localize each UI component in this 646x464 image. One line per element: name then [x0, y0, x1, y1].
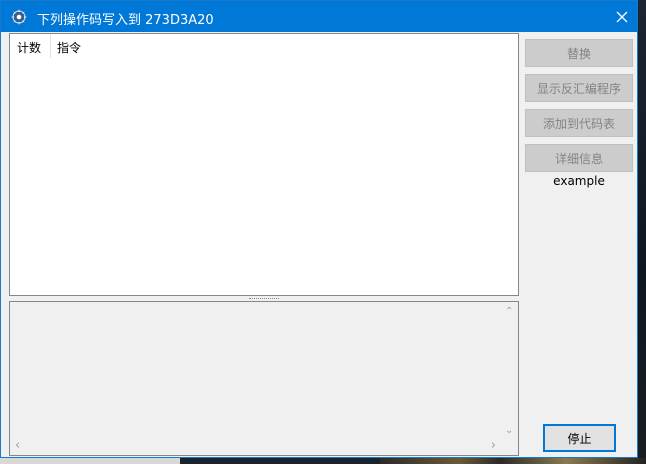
opcode-writer-dialog: 下列操作码写入到 273D3A20 计数 指令 ⌃ ⌄ ‹ › 替换 显示反汇编…: [0, 0, 638, 458]
desktop-wallpaper-edge: [638, 0, 646, 464]
horizontal-scrollbar[interactable]: ‹ ›: [10, 438, 501, 455]
detail-panel[interactable]: ⌃ ⌄ ‹ ›: [9, 301, 519, 456]
column-header-instruction[interactable]: 指令: [57, 39, 81, 56]
column-divider[interactable]: [50, 34, 51, 58]
stop-button[interactable]: 停止: [543, 424, 616, 452]
close-icon: [616, 11, 628, 22]
window-title: 下列操作码写入到 273D3A20: [37, 13, 214, 28]
add-to-codelist-button[interactable]: 添加到代码表: [525, 109, 633, 137]
scroll-right-icon[interactable]: ›: [491, 439, 496, 452]
column-header-count[interactable]: 计数: [17, 39, 41, 56]
more-info-button[interactable]: 详细信息: [525, 144, 633, 172]
show-disassembler-button[interactable]: 显示反汇编程序: [525, 74, 633, 102]
opcode-list[interactable]: 计数 指令: [9, 33, 519, 296]
vertical-scrollbar[interactable]: ⌃ ⌄: [501, 302, 518, 438]
desktop-wallpaper-bottom: [380, 458, 646, 464]
cheat-engine-icon: [11, 9, 27, 25]
scroll-down-icon[interactable]: ⌄: [505, 426, 513, 436]
title-bar[interactable]: 下列操作码写入到 273D3A20: [1, 1, 637, 32]
scroll-left-icon[interactable]: ‹: [15, 439, 20, 452]
example-label: example: [553, 174, 605, 188]
scroll-up-icon[interactable]: ⌃: [505, 307, 513, 317]
close-button[interactable]: [607, 1, 637, 32]
splitter-grip: [249, 298, 279, 300]
replace-button[interactable]: 替换: [525, 39, 633, 67]
list-header: 计数 指令: [10, 34, 518, 58]
background-window-bottom: [0, 458, 180, 464]
